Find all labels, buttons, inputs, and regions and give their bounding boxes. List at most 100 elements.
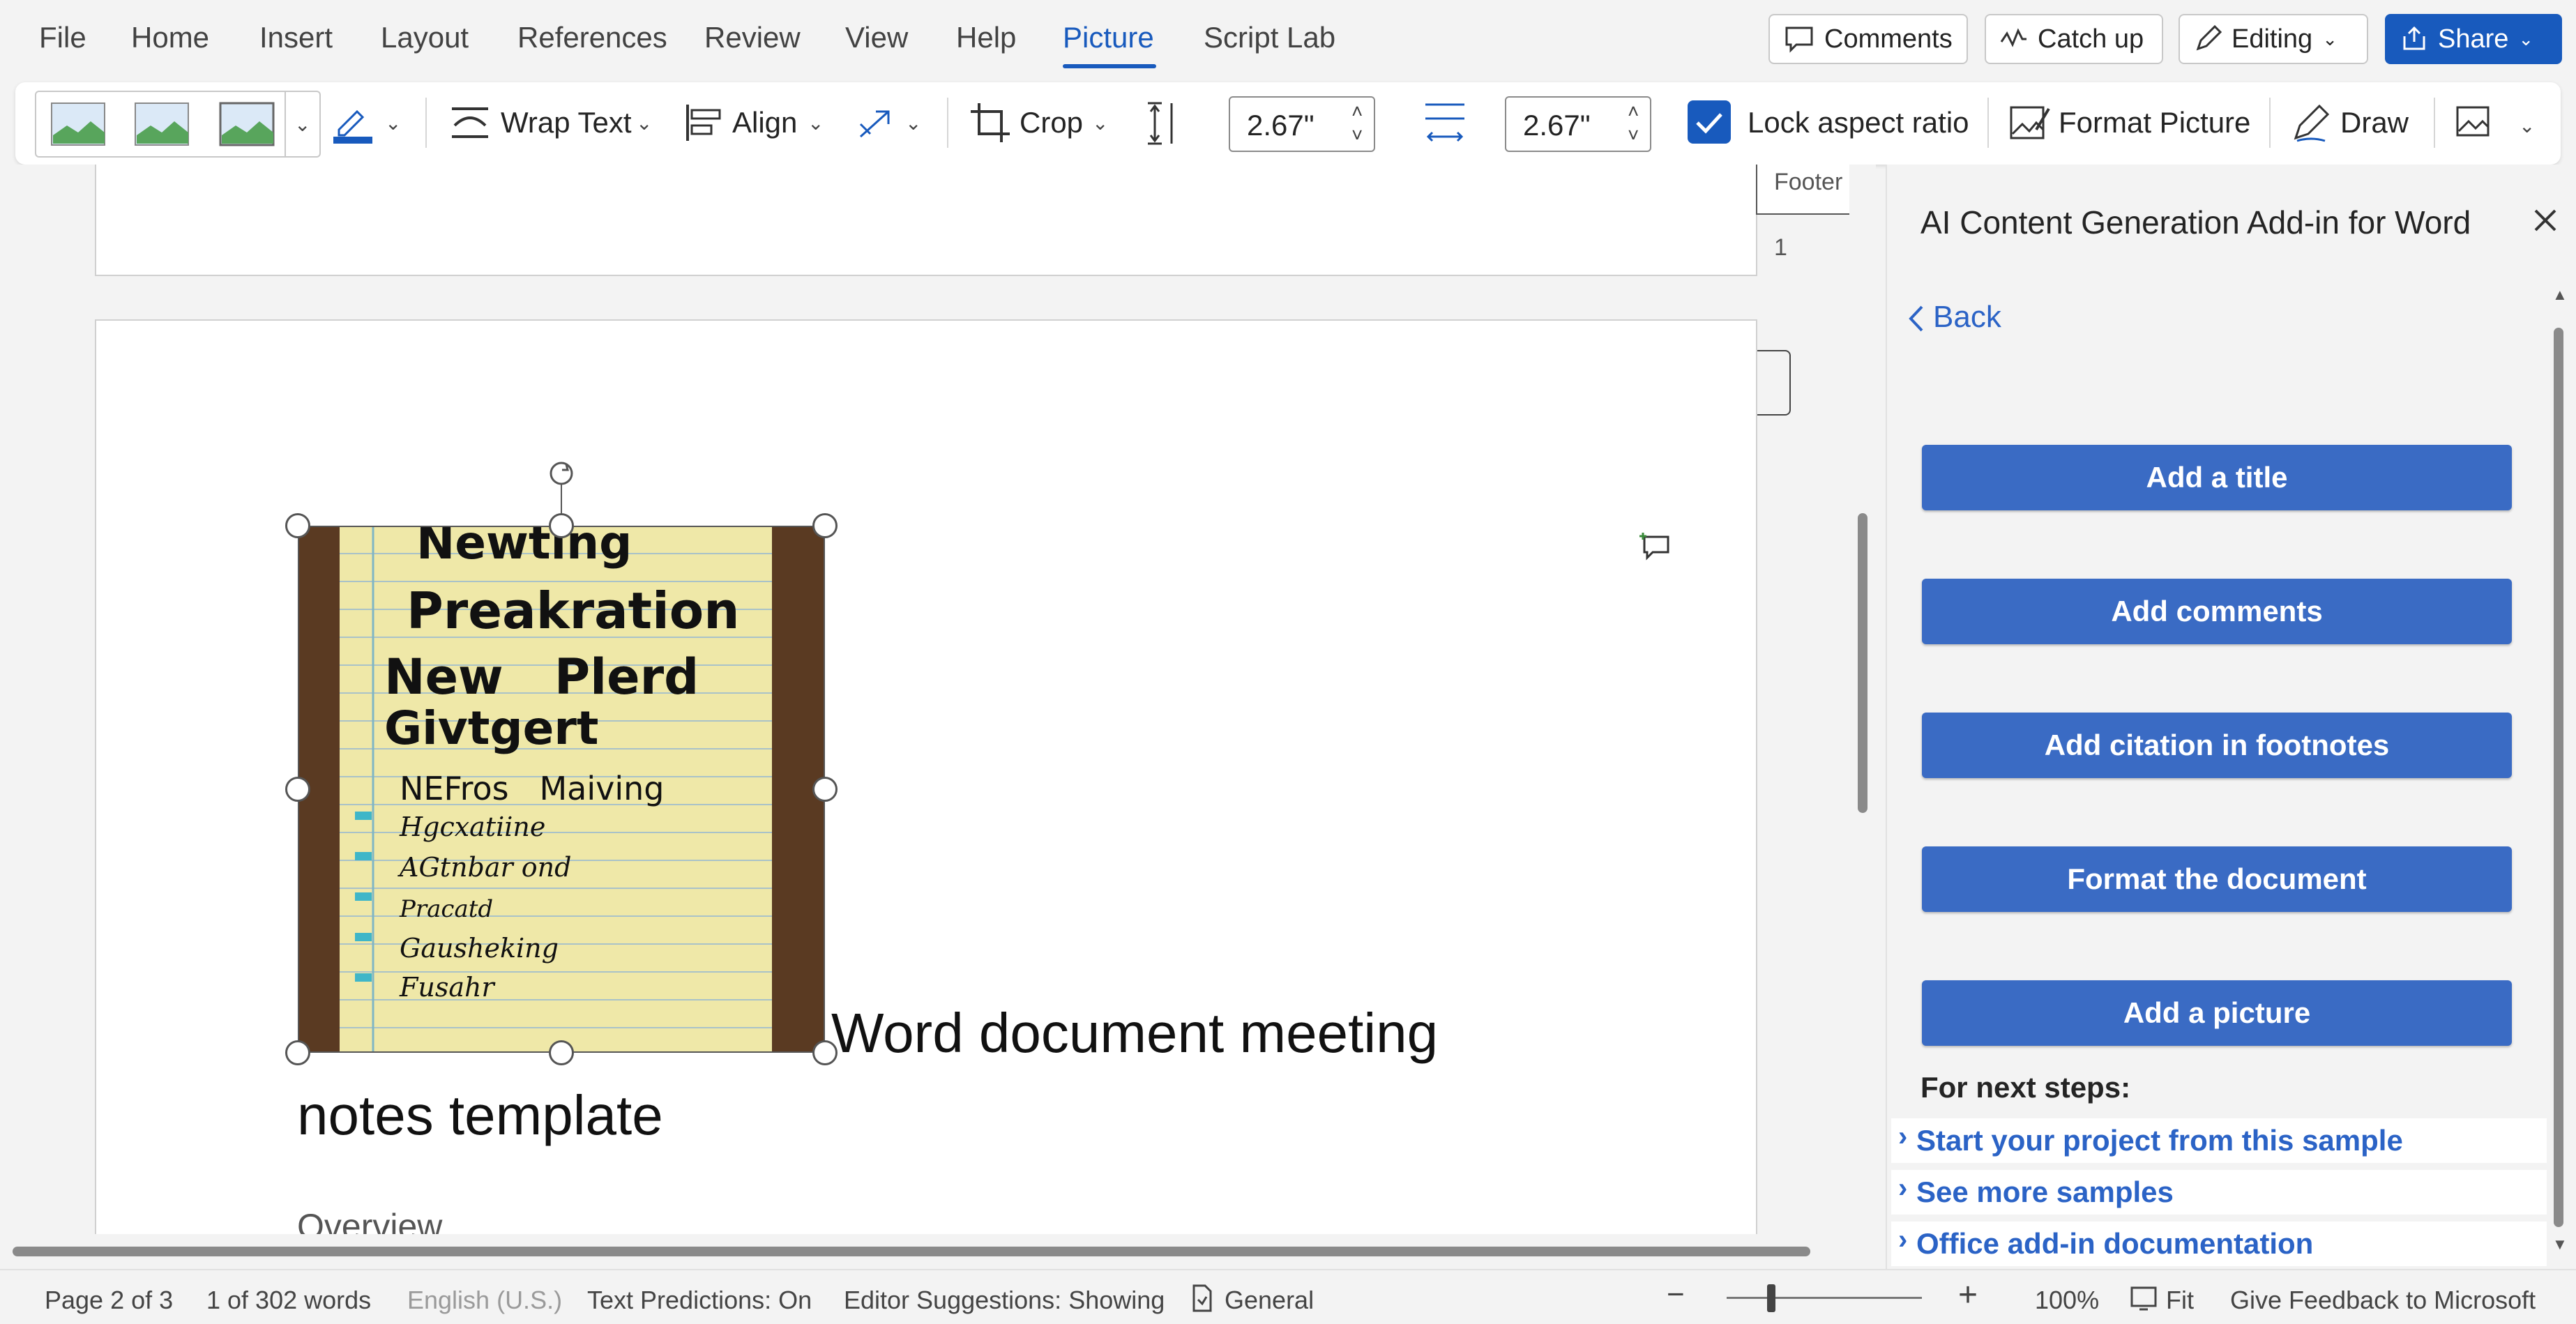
menu-file[interactable]: File xyxy=(39,21,86,54)
pencil-icon xyxy=(2196,25,2222,51)
chevron-down-icon[interactable]: ⌄ xyxy=(385,112,401,135)
picture-style-2[interactable] xyxy=(134,102,190,146)
decrease-height-icon[interactable]: ˅ xyxy=(1351,124,1363,146)
editor-suggestions-status[interactable]: Editor Suggestions: Showing xyxy=(844,1286,1165,1315)
resize-handle-bottom-left[interactable] xyxy=(285,1040,310,1065)
wrap-text-icon[interactable] xyxy=(449,105,491,141)
language-status[interactable]: English (U.S.) xyxy=(407,1286,562,1315)
close-icon[interactable] xyxy=(2531,206,2559,234)
width-stepper[interactable]: 2.67" ˄ ˅ xyxy=(1505,96,1651,152)
picture-border-icon[interactable] xyxy=(332,102,381,146)
resize-handle-top[interactable] xyxy=(549,513,574,538)
crop-icon[interactable] xyxy=(969,102,1011,144)
menu-picture[interactable]: Picture xyxy=(1063,21,1154,54)
add-in-docs-link[interactable]: › Office add-in documentation xyxy=(1891,1222,2547,1266)
see-more-samples-label: See more samples xyxy=(1916,1175,2174,1208)
resize-handle-top-right[interactable] xyxy=(812,513,838,538)
align-icon[interactable] xyxy=(683,102,725,144)
decrease-width-icon[interactable]: ˅ xyxy=(1628,124,1639,146)
zoom-level[interactable]: 100% xyxy=(2035,1286,2099,1315)
menu-script-lab[interactable]: Script Lab xyxy=(1204,21,1335,54)
zoom-out-icon[interactable]: − xyxy=(1667,1277,1685,1312)
menu-view[interactable]: View xyxy=(845,21,908,54)
catch-up-label: Catch up xyxy=(2038,24,2144,54)
format-picture-icon[interactable] xyxy=(2008,102,2050,144)
document-heading-line1[interactable]: Word document meeting xyxy=(831,1001,1438,1065)
draw-button[interactable]: Draw xyxy=(2340,106,2409,139)
height-icon xyxy=(1148,102,1173,145)
start-project-link[interactable]: › Start your project from this sample xyxy=(1891,1118,2547,1163)
catch-up-button[interactable]: Catch up xyxy=(1985,14,2163,64)
footer-tab[interactable]: Footer xyxy=(1756,165,1849,215)
overview-heading[interactable]: Overview xyxy=(297,1206,442,1234)
add-in-docs-label: Office add-in documentation xyxy=(1916,1227,2314,1260)
fit-button[interactable]: Fit xyxy=(2166,1286,2194,1315)
menu-insert[interactable]: Insert xyxy=(259,21,333,54)
chevron-down-icon[interactable]: ⌄ xyxy=(636,112,652,135)
chevron-down-icon[interactable]: ⌄ xyxy=(1092,112,1108,135)
rotate-icon[interactable] xyxy=(855,103,897,142)
resize-handle-bottom[interactable] xyxy=(549,1040,574,1065)
align-button[interactable]: Align xyxy=(732,106,797,139)
text-predictions-status[interactable]: Text Predictions: On xyxy=(587,1286,812,1315)
format-picture-button[interactable]: Format Picture xyxy=(2059,106,2250,139)
zoom-slider[interactable] xyxy=(1727,1297,1922,1299)
chevron-right-icon: › xyxy=(1898,1173,1908,1203)
increase-height-icon[interactable]: ˄ xyxy=(1351,100,1363,123)
gallery-expand-icon[interactable]: ⌄ xyxy=(294,113,310,136)
feedback-link[interactable]: Give Feedback to Microsoft xyxy=(2230,1286,2536,1315)
activity-icon xyxy=(2000,28,2026,47)
new-comment-icon[interactable] xyxy=(1639,530,1671,562)
draw-icon[interactable] xyxy=(2290,102,2332,144)
alt-text-icon[interactable] xyxy=(2455,103,2497,142)
comments-button[interactable]: Comments xyxy=(1768,14,1968,64)
zoom-slider-thumb[interactable] xyxy=(1767,1284,1775,1312)
chevron-down-icon[interactable]: ⌄ xyxy=(808,112,824,135)
menu-review[interactable]: Review xyxy=(704,21,801,54)
menu-layout[interactable]: Layout xyxy=(381,21,469,54)
add-title-button[interactable]: Add a title xyxy=(1922,445,2512,510)
resize-handle-top-left[interactable] xyxy=(285,513,310,538)
lock-aspect-ratio-label[interactable]: Lock aspect ratio xyxy=(1748,106,1969,139)
pane-scrollbar[interactable]: ▲ ▼ xyxy=(2550,286,2568,1262)
add-comments-button[interactable]: Add comments xyxy=(1922,579,2512,644)
zoom-in-icon[interactable]: + xyxy=(1958,1276,1978,1314)
scroll-down-icon[interactable]: ▼ xyxy=(2552,1235,2568,1254)
page-count[interactable]: Page 2 of 3 xyxy=(45,1286,173,1315)
document-heading-line2[interactable]: notes template xyxy=(297,1083,663,1148)
back-link[interactable]: Back xyxy=(1933,300,2001,335)
crop-button[interactable]: Crop xyxy=(1020,106,1083,139)
increase-width-icon[interactable]: ˄ xyxy=(1628,100,1639,123)
word-count[interactable]: 1 of 302 words xyxy=(206,1286,371,1315)
scroll-up-icon[interactable]: ▲ xyxy=(2552,286,2568,304)
add-citation-button[interactable]: Add citation in footnotes xyxy=(1922,713,2512,778)
see-more-samples-link[interactable]: › See more samples xyxy=(1891,1170,2547,1215)
chevron-right-icon: › xyxy=(1898,1121,1908,1152)
pane-title: AI Content Generation Add-in for Word xyxy=(1920,204,2471,241)
add-picture-button[interactable]: Add a picture xyxy=(1922,980,2512,1046)
menu-bar: File Home Insert Layout References Revie… xyxy=(0,0,2576,78)
chevron-left-icon[interactable] xyxy=(1907,304,1926,333)
wrap-text-button[interactable]: Wrap Text xyxy=(501,106,632,139)
format-document-button[interactable]: Format the document xyxy=(1922,846,2512,912)
menu-home[interactable]: Home xyxy=(131,21,209,54)
document-vertical-scrollbar[interactable] xyxy=(1858,513,1867,813)
pane-scrollbar-thumb[interactable] xyxy=(2554,328,2563,1227)
fit-icon xyxy=(2130,1286,2157,1311)
chevron-down-icon[interactable]: ⌄ xyxy=(905,112,921,135)
picture-style-1[interactable] xyxy=(50,102,106,146)
lock-aspect-ratio-checkbox[interactable] xyxy=(1688,100,1731,144)
chevron-down-icon: ⌄ xyxy=(2322,28,2338,50)
menu-references[interactable]: References xyxy=(517,21,667,54)
document-horizontal-scrollbar[interactable] xyxy=(13,1247,1810,1256)
resize-handle-left[interactable] xyxy=(285,777,310,802)
picture-style-3[interactable] xyxy=(219,102,275,146)
sensitivity-status[interactable]: General xyxy=(1225,1286,1314,1315)
height-stepper[interactable]: 2.67" ˄ ˅ xyxy=(1229,96,1375,152)
rotate-handle-icon[interactable] xyxy=(545,457,577,489)
resize-handle-right[interactable] xyxy=(812,777,838,802)
menu-help[interactable]: Help xyxy=(956,21,1016,54)
ribbon-more-icon[interactable]: ⌄ xyxy=(2519,114,2535,137)
editing-mode-button[interactable]: Editing ⌄ xyxy=(2179,14,2368,64)
share-button[interactable]: Share ⌄ xyxy=(2385,14,2562,64)
